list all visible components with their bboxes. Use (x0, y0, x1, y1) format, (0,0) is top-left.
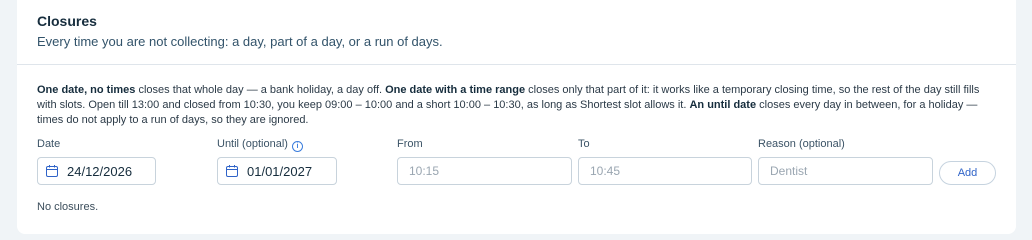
reason-field[interactable] (758, 157, 933, 185)
date-value: 24/12/2026 (67, 164, 133, 179)
card-header: Closures Every time you are not collecti… (17, 0, 1016, 65)
reason-input[interactable] (759, 158, 932, 184)
from-time-input[interactable] (398, 158, 571, 184)
until-label-wrap: Until (optional) i (217, 138, 303, 152)
calendar-icon (226, 165, 238, 177)
reason-label: Reason (optional) (758, 138, 845, 150)
date-picker[interactable]: 24/12/2026 (37, 157, 156, 185)
help-term-one-date: One date, no times (37, 84, 136, 96)
to-time-input[interactable] (579, 158, 751, 184)
add-closure-button[interactable]: Add (939, 161, 996, 185)
empty-state: No closures. (37, 201, 99, 213)
closures-card: Closures Every time you are not collecti… (17, 0, 1016, 234)
from-label: From (397, 138, 423, 150)
card-subtitle: Every time you are not collecting: a day… (37, 34, 443, 49)
date-label: Date (37, 138, 61, 150)
help-term-time-range: One date with a time range (385, 84, 526, 96)
calendar-icon (46, 165, 58, 177)
card-title: Closures (37, 13, 97, 29)
help-text: One date, no times closes that whole day… (37, 83, 999, 128)
until-date-value: 01/01/2027 (247, 164, 313, 179)
help-term-until-date: An until date (689, 99, 757, 111)
from-time-field[interactable] (397, 157, 572, 185)
until-label: Until (optional) (217, 138, 288, 150)
until-date-picker[interactable]: 01/01/2027 (217, 157, 337, 185)
info-icon[interactable]: i (291, 141, 303, 152)
help-desc-one-date: closes that whole day — a bank holiday, … (135, 84, 386, 96)
to-label: To (578, 138, 590, 150)
to-time-field[interactable] (578, 157, 752, 185)
